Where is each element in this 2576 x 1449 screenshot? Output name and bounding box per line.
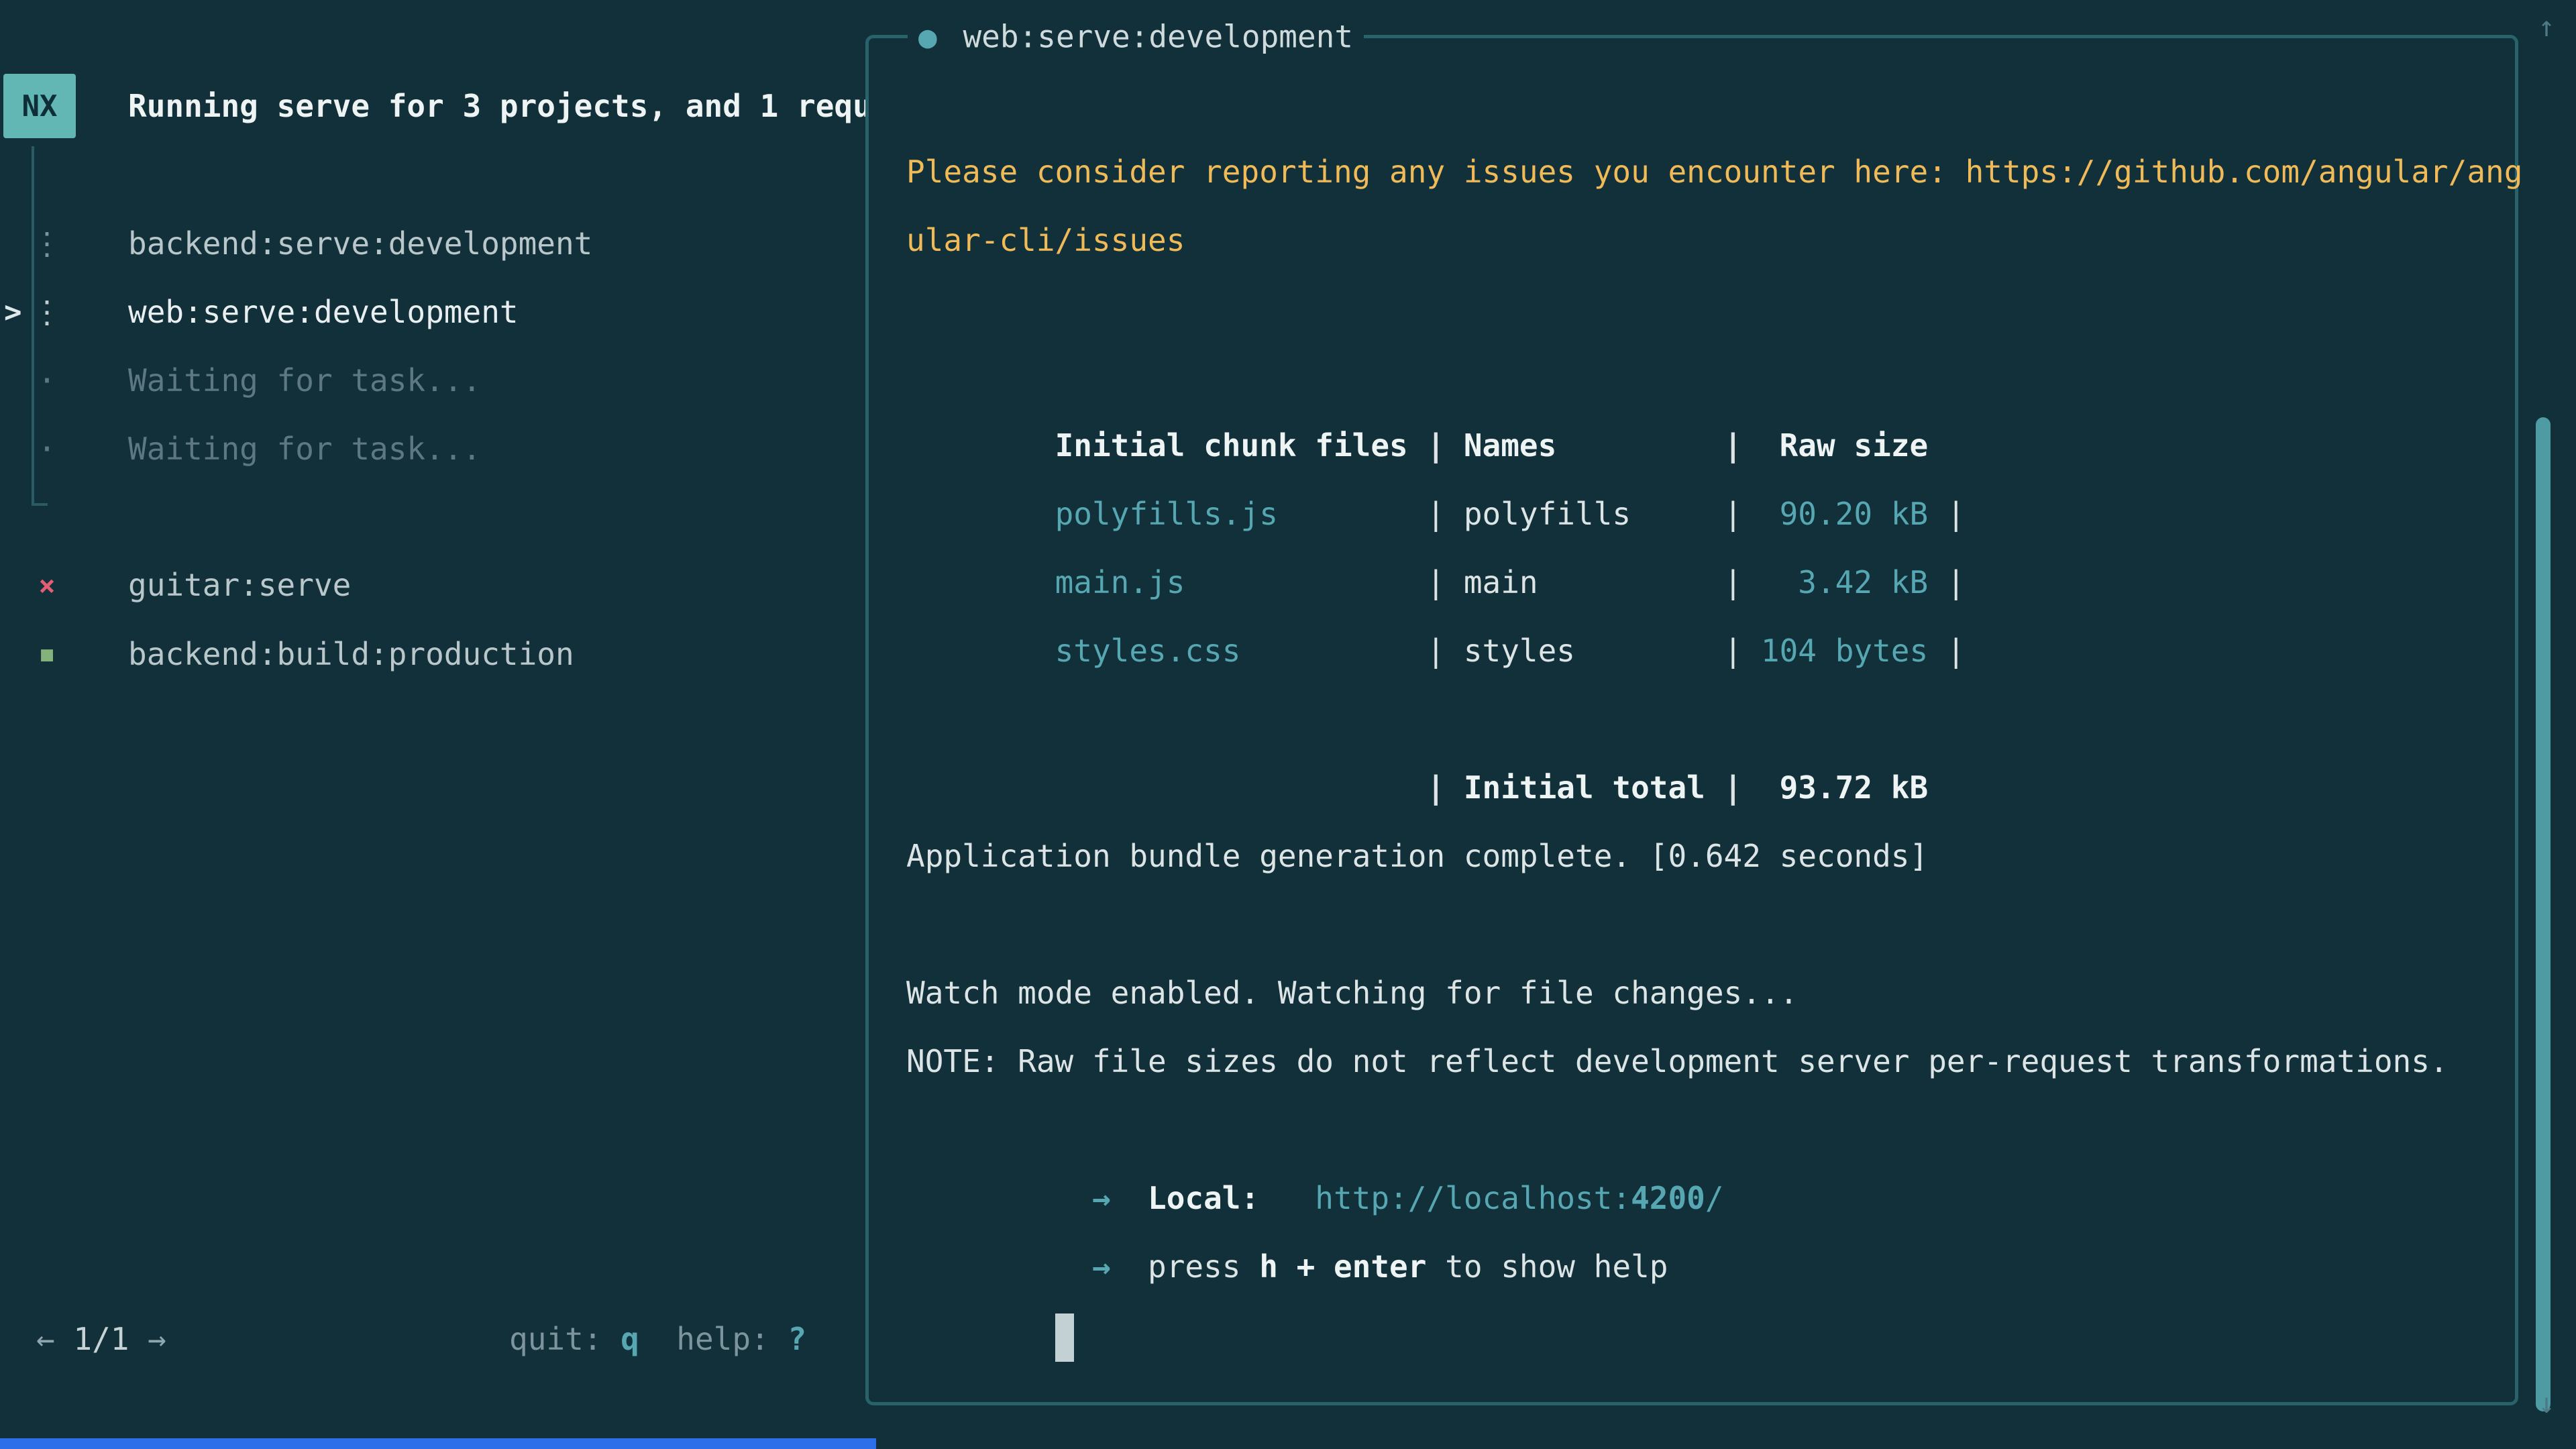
- pipe: |: [1724, 633, 1743, 669]
- task-label: web:serve:development: [128, 294, 519, 330]
- bottom-status-bar: [0, 1438, 876, 1449]
- terminal-panel-title: ● web:serve:development: [908, 18, 1364, 54]
- task-label: backend:serve:development: [128, 225, 592, 262]
- terminal-output: Please consider reporting any issues you…: [906, 69, 2502, 1301]
- pipe: |: [1426, 769, 1445, 806]
- pipe: |: [1947, 496, 1966, 532]
- success-square-icon: ■: [28, 643, 66, 666]
- note-line: NOTE: Raw file sizes do not reflect deve…: [906, 1027, 2502, 1095]
- arrow-icon: →: [1092, 1248, 1111, 1285]
- arrow-icon: →: [1092, 1180, 1111, 1216]
- sidebar-title: Running serve for 3 projects, and 1 requ: [128, 74, 865, 138]
- bundle-complete-line: Application bundle generation complete. …: [906, 822, 2502, 890]
- page-prev-icon[interactable]: ←: [36, 1321, 55, 1357]
- header-names: Names: [1464, 411, 1705, 480]
- scrollbar-thumb[interactable]: [2536, 417, 2551, 1411]
- pipe: |: [1724, 427, 1743, 464]
- local-label: Local:: [1148, 1180, 1259, 1216]
- page-next-icon[interactable]: →: [148, 1321, 166, 1357]
- help-keys: h + enter: [1259, 1248, 1426, 1285]
- task-label: guitar:serve: [128, 567, 351, 603]
- pending-dot-icon: ·: [28, 362, 66, 398]
- blank-line: [906, 274, 2502, 343]
- pipe: |: [1724, 564, 1743, 600]
- pipe: |: [1947, 564, 1966, 600]
- task-row-web-serve[interactable]: ⋮ web:serve:development: [28, 278, 519, 346]
- running-bullet-icon: ●: [918, 18, 937, 54]
- task-row-backend-serve[interactable]: ⋮ backend:serve:development: [28, 209, 592, 278]
- pipe: |: [1426, 427, 1445, 464]
- spinner-icon: ⋮: [28, 294, 66, 330]
- table-total-row: |Initial total|93.72 kB: [906, 685, 2502, 753]
- total-label: Initial total: [1464, 753, 1705, 822]
- header-size: Raw size: [1761, 411, 1928, 480]
- pipe: |: [1426, 496, 1445, 532]
- terminal-title-text: web:serve:development: [963, 18, 1353, 54]
- page-indicator: 1/1: [73, 1321, 129, 1357]
- nx-tui-screen: NX Running serve for 3 projects, and 1 r…: [0, 0, 2576, 1449]
- local-url-line: →Local:http://localhost:4200/: [906, 1095, 2502, 1164]
- header-files: Initial chunk files: [1055, 411, 1408, 480]
- notice-line-2: ular-cli/issues: [906, 206, 2502, 274]
- quit-hint-label: quit:: [509, 1321, 602, 1357]
- pipe: |: [1724, 769, 1743, 806]
- pending-dot-icon: ·: [28, 431, 66, 467]
- task-label: backend:build:production: [128, 636, 574, 672]
- local-url-slash[interactable]: /: [1705, 1180, 1724, 1216]
- failed-cross-icon: ×: [28, 569, 66, 602]
- nx-logo: NX: [3, 74, 76, 138]
- table-header-row: Initial chunk files|Names|Raw size: [906, 343, 2502, 411]
- chunk-size: 90.20 kB: [1761, 480, 1928, 548]
- task-row-waiting-1[interactable]: · Waiting for task...: [28, 346, 481, 415]
- task-row-waiting-2[interactable]: · Waiting for task...: [28, 415, 481, 483]
- task-label: Waiting for task...: [128, 431, 481, 467]
- help-pre: press: [1148, 1248, 1259, 1285]
- pipe: |: [1426, 633, 1445, 669]
- task-label: Waiting for task...: [128, 362, 481, 398]
- chunk-file: polyfills.js: [1055, 480, 1408, 548]
- task-row-backend-build[interactable]: ■ backend:build:production: [28, 620, 574, 688]
- help-key: ?: [788, 1321, 806, 1357]
- quit-key: q: [621, 1321, 639, 1357]
- scroll-up-icon[interactable]: ↑: [2526, 7, 2567, 47]
- task-group-line-foot: [32, 503, 48, 506]
- watch-mode-line: Watch mode enabled. Watching for file ch…: [906, 959, 2502, 1027]
- chunk-name: styles: [1464, 616, 1705, 685]
- terminal-output-panel[interactable]: ● web:serve:development Please consider …: [865, 35, 2518, 1405]
- selected-task-caret-icon: >: [4, 278, 22, 346]
- scroll-down-icon[interactable]: ↓: [2526, 1383, 2567, 1424]
- pipe: |: [1426, 564, 1445, 600]
- blank-line: [906, 69, 2502, 138]
- task-row-guitar-serve[interactable]: × guitar:serve: [28, 551, 351, 619]
- notice-line-1: Please consider reporting any issues you…: [906, 138, 2502, 206]
- spinner-icon: ⋮: [28, 225, 66, 262]
- chunk-file: styles.css: [1055, 616, 1408, 685]
- keyboard-hints: quit: q help: ?: [509, 1305, 806, 1373]
- chunk-name: polyfills: [1464, 480, 1705, 548]
- chunk-name: main: [1464, 548, 1705, 616]
- chunk-file: main.js: [1055, 548, 1408, 616]
- local-port[interactable]: 4200: [1631, 1180, 1705, 1216]
- pipe: |: [1947, 633, 1966, 669]
- total-size: 93.72 kB: [1761, 753, 1928, 822]
- help-post: to show help: [1426, 1248, 1668, 1285]
- pipe: |: [1724, 496, 1743, 532]
- blank-line: [906, 890, 2502, 959]
- pagination: ← 1/1 →: [36, 1305, 166, 1373]
- chunk-size: 104 bytes: [1761, 616, 1928, 685]
- terminal-cursor: [1055, 1313, 1074, 1362]
- local-url[interactable]: http://localhost:: [1315, 1180, 1631, 1216]
- help-hint-label: help:: [676, 1321, 769, 1357]
- chunk-size: 3.42 kB: [1761, 548, 1928, 616]
